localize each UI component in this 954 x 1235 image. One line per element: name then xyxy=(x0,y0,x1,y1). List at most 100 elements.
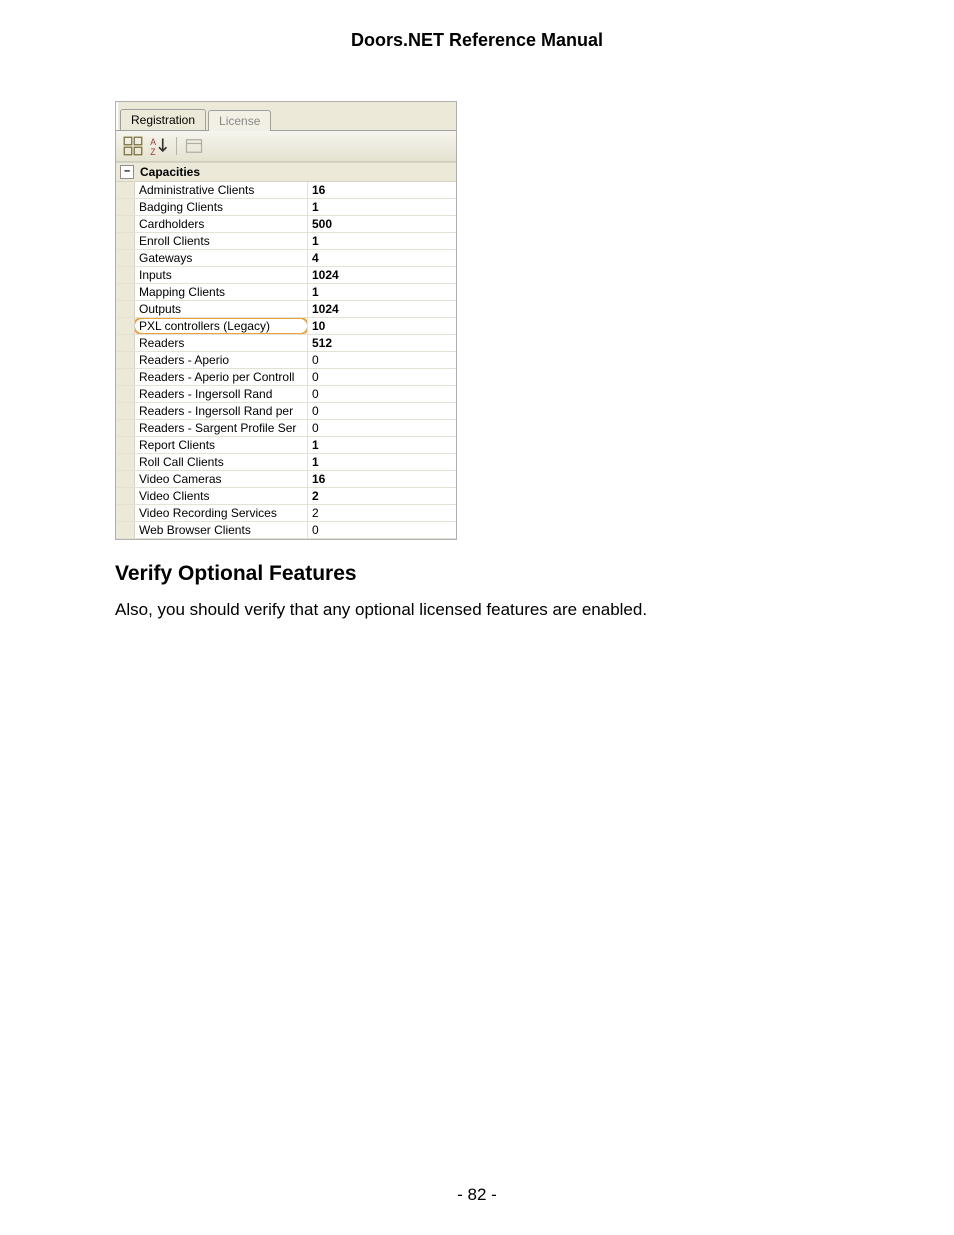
row-gutter xyxy=(116,505,135,521)
property-row[interactable]: Outputs1024 xyxy=(116,301,456,318)
svg-text:A: A xyxy=(150,137,156,147)
row-gutter xyxy=(116,454,135,470)
property-row[interactable]: Cardholders500 xyxy=(116,216,456,233)
property-value[interactable]: 1024 xyxy=(308,267,456,283)
section-heading-verify-optional-features: Verify Optional Features xyxy=(115,562,839,586)
row-gutter xyxy=(116,233,135,249)
property-row[interactable]: Gateways4 xyxy=(116,250,456,267)
property-label: Roll Call Clients xyxy=(135,454,308,470)
property-value[interactable]: 1024 xyxy=(308,301,456,317)
row-gutter xyxy=(116,284,135,300)
categorized-view-icon[interactable] xyxy=(122,135,144,157)
row-gutter xyxy=(116,250,135,266)
property-value[interactable]: 1 xyxy=(308,437,456,453)
property-label: Readers - Aperio xyxy=(135,352,308,368)
property-value[interactable]: 1 xyxy=(308,233,456,249)
property-value[interactable]: 0 xyxy=(308,522,456,538)
row-gutter xyxy=(116,301,135,317)
property-label: Outputs xyxy=(135,301,308,317)
property-value[interactable]: 500 xyxy=(308,216,456,232)
tab-registration[interactable]: Registration xyxy=(120,109,206,130)
property-pages-icon[interactable] xyxy=(183,135,205,157)
property-row[interactable]: Readers - Aperio0 xyxy=(116,352,456,369)
body-paragraph: Also, you should verify that any optiona… xyxy=(115,600,839,620)
property-row[interactable]: Readers - Aperio per Controll0 xyxy=(116,369,456,386)
property-label: Video Recording Services xyxy=(135,505,308,521)
property-value[interactable]: 0 xyxy=(308,352,456,368)
property-row[interactable]: Report Clients1 xyxy=(116,437,456,454)
property-value[interactable]: 0 xyxy=(308,386,456,402)
property-value[interactable]: 0 xyxy=(308,369,456,385)
property-label: Gateways xyxy=(135,250,308,266)
row-gutter xyxy=(116,437,135,453)
property-row[interactable]: Readers512 xyxy=(116,335,456,352)
property-row[interactable]: Inputs1024 xyxy=(116,267,456,284)
property-row[interactable]: Video Clients2 xyxy=(116,488,456,505)
collapse-icon[interactable]: − xyxy=(120,165,134,179)
property-value[interactable]: 1 xyxy=(308,454,456,470)
property-value[interactable]: 10 xyxy=(308,318,456,334)
property-label: Inputs xyxy=(135,267,308,283)
tab-license[interactable]: License xyxy=(208,110,271,131)
property-row[interactable]: PXL controllers (Legacy)10 xyxy=(116,318,456,335)
property-row[interactable]: Video Cameras16 xyxy=(116,471,456,488)
property-label: Video Cameras xyxy=(135,471,308,487)
property-value[interactable]: 0 xyxy=(308,420,456,436)
row-gutter xyxy=(116,369,135,385)
property-row[interactable]: Readers - Sargent Profile Ser0 xyxy=(116,420,456,437)
property-grid: − Capacities Administrative Clients16Bad… xyxy=(116,162,456,539)
category-label: Capacities xyxy=(140,165,200,179)
property-value[interactable]: 2 xyxy=(308,488,456,504)
property-value[interactable]: 4 xyxy=(308,250,456,266)
row-gutter xyxy=(116,267,135,283)
property-label: Enroll Clients xyxy=(135,233,308,249)
property-row[interactable]: Badging Clients1 xyxy=(116,199,456,216)
property-row[interactable]: Video Recording Services2 xyxy=(116,505,456,522)
highlight-ring xyxy=(135,318,308,334)
property-label: Readers - Sargent Profile Ser xyxy=(135,420,308,436)
category-header-capacities[interactable]: − Capacities xyxy=(116,162,456,182)
property-label: Report Clients xyxy=(135,437,308,453)
row-gutter xyxy=(116,386,135,402)
property-row[interactable]: Web Browser Clients0 xyxy=(116,522,456,539)
property-value[interactable]: 1 xyxy=(308,284,456,300)
property-label: Video Clients xyxy=(135,488,308,504)
property-value[interactable]: 512 xyxy=(308,335,456,351)
property-label: Readers - Ingersoll Rand per xyxy=(135,403,308,419)
property-grid-toolbar: AZ xyxy=(116,130,456,162)
property-grid-window: Registration License AZ − Capacities Adm… xyxy=(115,101,457,540)
row-gutter xyxy=(116,199,135,215)
row-gutter xyxy=(116,522,135,538)
toolbar-separator xyxy=(176,137,177,155)
property-label: Web Browser Clients xyxy=(135,522,308,538)
row-gutter xyxy=(116,182,135,198)
row-gutter xyxy=(116,318,135,334)
row-gutter xyxy=(116,488,135,504)
row-gutter xyxy=(116,335,135,351)
property-row[interactable]: Enroll Clients1 xyxy=(116,233,456,250)
tab-strip: Registration License xyxy=(116,102,456,130)
property-label: Readers - Aperio per Controll xyxy=(135,369,308,385)
property-row[interactable]: Roll Call Clients1 xyxy=(116,454,456,471)
property-value[interactable]: 0 xyxy=(308,403,456,419)
property-label: Cardholders xyxy=(135,216,308,232)
property-value[interactable]: 16 xyxy=(308,471,456,487)
document-title: Doors.NET Reference Manual xyxy=(115,30,839,51)
property-value[interactable]: 16 xyxy=(308,182,456,198)
page-number: - 82 - xyxy=(0,1185,954,1205)
property-label: Readers xyxy=(135,335,308,351)
alphabetical-sort-icon[interactable]: AZ xyxy=(148,135,170,157)
property-label: Badging Clients xyxy=(135,199,308,215)
row-gutter xyxy=(116,420,135,436)
row-gutter xyxy=(116,352,135,368)
property-label: Administrative Clients xyxy=(135,182,308,198)
row-gutter xyxy=(116,403,135,419)
property-label: Readers - Ingersoll Rand xyxy=(135,386,308,402)
property-row[interactable]: Mapping Clients1 xyxy=(116,284,456,301)
property-value[interactable]: 2 xyxy=(308,505,456,521)
page: Doors.NET Reference Manual Registration … xyxy=(0,0,954,1235)
property-row[interactable]: Readers - Ingersoll Rand per0 xyxy=(116,403,456,420)
property-value[interactable]: 1 xyxy=(308,199,456,215)
property-row[interactable]: Readers - Ingersoll Rand0 xyxy=(116,386,456,403)
property-row[interactable]: Administrative Clients16 xyxy=(116,182,456,199)
